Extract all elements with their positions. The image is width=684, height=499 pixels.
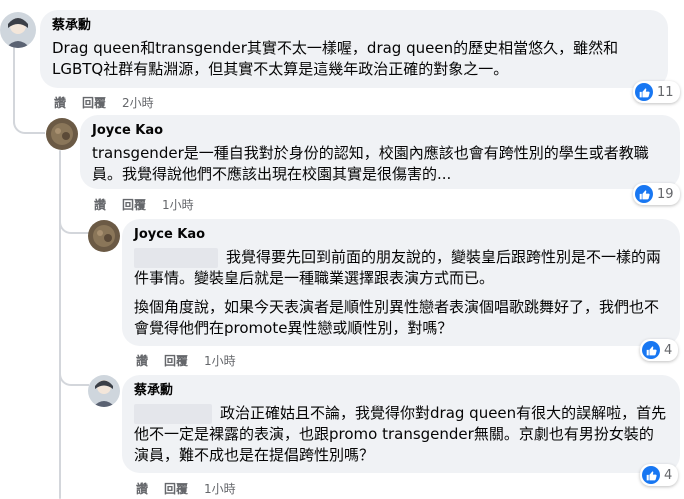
reaction-badge[interactable]: 11 [633,81,680,103]
comment-actions: 讚 回覆 1小時 [136,352,236,368]
comment-text: Drag queen和transgender其實不太一樣喔，drag queen… [52,39,619,78]
timestamp[interactable]: 2小時 [122,94,154,111]
comment-author[interactable]: Joyce Kao [134,227,668,243]
thread-curve-2 [59,210,89,234]
reaction-badge[interactable]: 4 [640,464,679,486]
reaction-count: 4 [664,342,673,358]
avatar-anime-icon [0,12,36,48]
timestamp[interactable]: 1小時 [204,352,236,369]
comment-text-paragraph: 換個角度說，如果今天表演者是順性別異性戀者表演個唱歌跳舞好了，我們也不會覺得他們… [134,298,660,337]
comment-author[interactable]: 蔡承勳 [52,18,656,34]
like-icon [635,83,653,101]
comment-text: transgender是一種自我對於身份的認知，校園內應該也會有跨性別的學生或者… [92,144,649,183]
thread-curve-1 [13,100,45,134]
reaction-count: 19 [657,186,674,202]
reaction-count: 11 [657,84,674,100]
avatar-photo-icon [88,220,120,252]
thread-curve-3 [59,360,89,386]
comment-text: 政治正確姑且不論，我覺得你對drag queen有很大的誤解啦，首先他不一定是裸… [134,404,667,464]
like-button[interactable]: 讚 [136,480,148,497]
comment-text-wrap: 我覺得要先回到前面的朋友說的，變裝皇后跟跨性別是不一樣的兩件事情。變裝皇后就是一… [134,247,668,289]
avatar[interactable] [0,12,36,48]
reply-button[interactable]: 回覆 [164,480,188,497]
comment-bubble: 蔡承勳 Drag queen和transgender其實不太一樣喔，drag q… [40,10,668,88]
reaction-count: 4 [664,467,673,483]
like-button[interactable]: 讚 [94,196,106,213]
reaction-badge[interactable]: 4 [640,339,679,361]
avatar[interactable] [46,118,78,150]
comment-actions: 讚 回覆 1小時 [136,480,236,496]
comment-text-wrap: 政治正確姑且不論，我覺得你對drag queen有很大的誤解啦，首先他不一定是裸… [134,403,668,466]
comment-bubble: Joyce Kao 我覺得要先回到前面的朋友說的，變裝皇后跟跨性別是不一樣的兩件… [122,219,680,346]
avatar-anime-icon [88,375,120,407]
avatar[interactable] [88,220,120,252]
like-icon [642,341,660,359]
like-icon [642,466,660,484]
avatar[interactable] [88,375,120,407]
like-button[interactable]: 讚 [54,94,66,111]
timestamp[interactable]: 1小時 [162,196,194,213]
comment-author[interactable]: 蔡承勳 [134,383,668,399]
comment-actions: 讚 回覆 2小時 [54,94,154,110]
comment-author[interactable]: Joyce Kao [92,123,668,139]
timestamp[interactable]: 1小時 [204,480,236,497]
reaction-badge[interactable]: 19 [633,183,680,205]
reply-button[interactable]: 回覆 [122,196,146,213]
comment-bubble: Joyce Kao transgender是一種自我對於身份的認知，校園內應該也… [80,115,680,189]
like-button[interactable]: 讚 [136,352,148,369]
redacted-mention [134,247,218,268]
comment-bubble: 蔡承勳 政治正確姑且不論，我覺得你對drag queen有很大的誤解啦，首先他不… [122,375,680,473]
redacted-mention [134,403,212,424]
avatar-photo-icon [46,118,78,150]
reply-button[interactable]: 回覆 [82,94,106,111]
reply-button[interactable]: 回覆 [164,352,188,369]
like-icon [635,185,653,203]
thread-line-joyce [59,150,61,499]
comment-actions: 讚 回覆 1小時 [94,196,194,212]
